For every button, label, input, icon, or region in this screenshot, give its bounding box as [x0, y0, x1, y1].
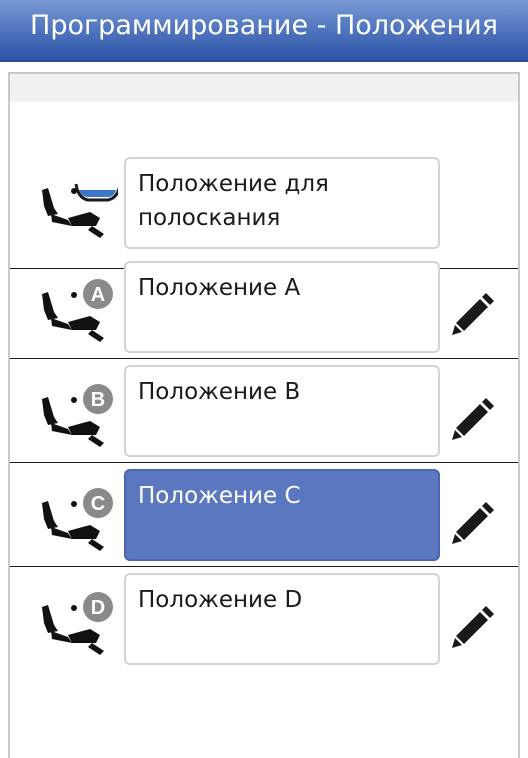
edit-position-d-button[interactable] — [450, 600, 498, 656]
panel-header-strip — [10, 74, 518, 102]
position-d-label: Положение D — [138, 587, 303, 613]
title-bar: Программирование - Положения — [0, 0, 528, 62]
pencil-icon — [450, 287, 498, 343]
pencil-icon — [450, 496, 498, 552]
edit-position-c-button[interactable] — [450, 496, 498, 552]
edit-position-b-button[interactable] — [450, 392, 498, 448]
position-a-label: Положение A — [138, 275, 301, 301]
row-divider — [10, 566, 518, 567]
chair-position-a-icon: A — [38, 274, 118, 346]
chair-position-b-icon: B — [38, 379, 118, 451]
badge-a: A — [91, 284, 105, 306]
position-a-name[interactable]: Положение A — [124, 261, 440, 353]
positions-panel: Положение для полоскания A Положение A B… — [8, 72, 520, 758]
chair-position-c-icon: C — [38, 483, 118, 555]
badge-c: C — [91, 493, 105, 515]
position-c-name[interactable]: Положение C — [124, 469, 440, 561]
rinse-position-name[interactable]: Положение для полоскания — [124, 157, 440, 249]
page-title: Программирование - Положения — [30, 10, 498, 41]
chair-position-d-icon: D — [38, 587, 118, 659]
row-divider — [10, 358, 518, 359]
position-b-label: Положение B — [138, 379, 301, 405]
badge-d: D — [91, 597, 105, 619]
pencil-icon — [450, 392, 498, 448]
position-c-label: Положение C — [138, 483, 301, 509]
position-b-name[interactable]: Положение B — [124, 365, 440, 457]
row-divider — [10, 462, 518, 463]
edit-position-a-button[interactable] — [450, 287, 498, 343]
rinse-position-label: Положение для полоскания — [138, 171, 329, 231]
position-d-name[interactable]: Положение D — [124, 573, 440, 665]
badge-b: B — [91, 389, 105, 411]
pencil-icon — [450, 600, 498, 656]
chair-rinse-icon — [38, 170, 122, 242]
